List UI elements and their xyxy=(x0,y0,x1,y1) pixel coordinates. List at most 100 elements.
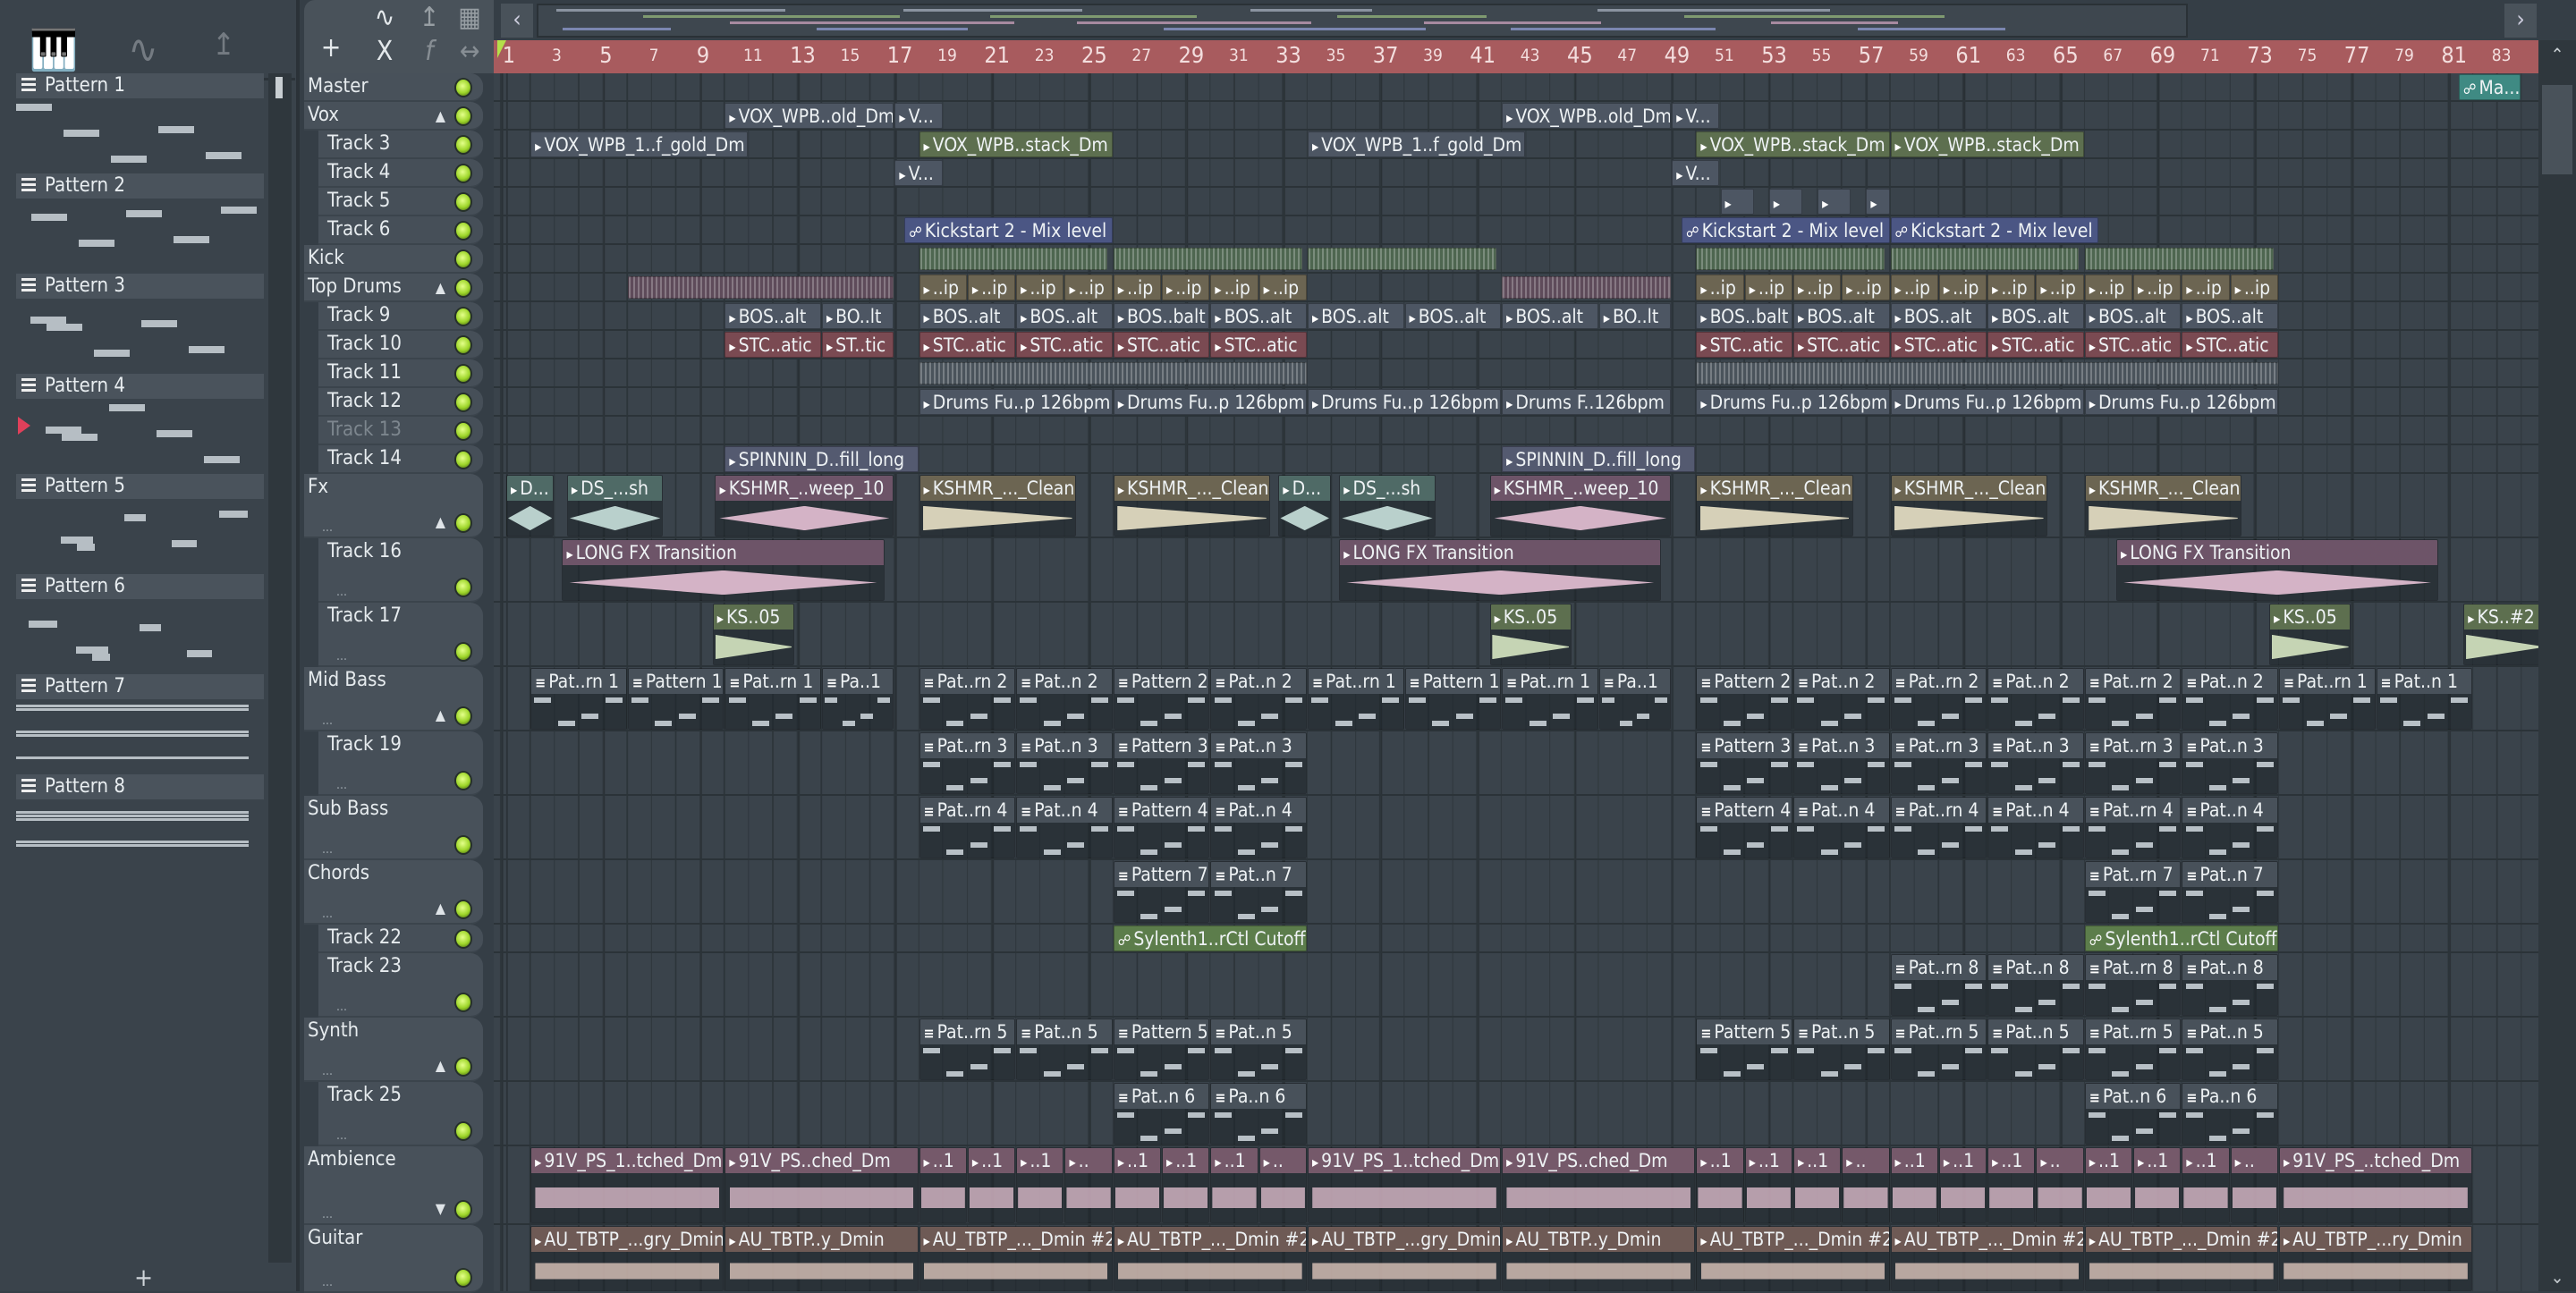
track-options-icon[interactable]: ... xyxy=(336,1128,347,1143)
playlist-clip[interactable]: AU_TBTP_...gry_Dmin xyxy=(1307,1226,1502,1291)
playlist-clip[interactable]: Pat..n 4 xyxy=(2182,797,2278,858)
track-options-icon[interactable]: ... xyxy=(336,778,347,792)
track-lane[interactable] xyxy=(494,159,2538,188)
clip-label[interactable]: BOS..alt xyxy=(919,304,1015,328)
clip-label[interactable]: Drums F..126bpm xyxy=(1503,390,1671,414)
playlist-clip[interactable]: Pattern 3 xyxy=(1696,732,1792,794)
clip-label[interactable]: Pat..rn 8 xyxy=(1891,955,1987,980)
automation-icon[interactable]: ↥ xyxy=(197,27,250,63)
collapse-arrow-icon[interactable]: ▲ xyxy=(436,513,445,530)
playlist-clip[interactable]: ..ip xyxy=(1842,275,1890,300)
track-name[interactable]: Track 19 xyxy=(327,733,402,756)
clip-label[interactable]: ..ip xyxy=(1697,275,1743,300)
pattern-item[interactable]: Pattern 4 xyxy=(16,374,264,472)
clip-label[interactable]: Drums Fu..p 126bpm xyxy=(1308,390,1501,414)
clip-label[interactable]: ..1 xyxy=(1988,1148,2035,1173)
clip-label[interactable]: Pat..n 4 xyxy=(2182,798,2277,823)
playlist-clip[interactable]: BOS..balt xyxy=(1113,303,1210,329)
track-options-icon[interactable]: ... xyxy=(322,1275,333,1289)
track-name[interactable]: Chords xyxy=(308,862,369,884)
clip-label[interactable]: AU_TBTP..y_Dmin xyxy=(725,1227,918,1252)
clip-label[interactable]: ..ip xyxy=(1939,275,1987,300)
pattern-header[interactable]: Pattern 7 xyxy=(16,674,264,699)
clip-label[interactable]: BOS..balt xyxy=(1114,304,1209,328)
track-header[interactable]: Synth ▲... xyxy=(304,1018,483,1082)
clip-label[interactable]: Pat..n 7 xyxy=(1211,862,1306,887)
playlist-clip[interactable]: AU_TBTP_...ry_Dmin xyxy=(2278,1226,2473,1291)
track-name[interactable]: Kick xyxy=(308,247,344,269)
playlist-clip[interactable]: ..ip xyxy=(2036,275,2084,300)
playlist-clip[interactable]: ..ip xyxy=(1890,275,1938,300)
playlist-clip[interactable]: VOX_WPB..old_Dm xyxy=(1502,103,1672,129)
clip-label[interactable]: Kickstart 2 - Mix level xyxy=(1682,218,1889,242)
track-mute-led[interactable] xyxy=(454,578,472,597)
playlist-clip[interactable]: BOS..alt xyxy=(1890,303,1987,329)
clip-label[interactable]: ..ip xyxy=(1017,275,1063,300)
clip-label[interactable]: Pat..n 1 xyxy=(2377,669,2472,694)
playlist-clip[interactable]: Pat..rn 2 xyxy=(2084,668,2182,730)
clip-label[interactable]: 91V_PS..ched_Dm xyxy=(725,1148,918,1173)
playlist-clip[interactable]: Pat..n 5 xyxy=(1210,1018,1307,1080)
clip-label[interactable]: Pattern 5 xyxy=(1114,1019,1209,1044)
playlist-clip[interactable]: DS_...sh xyxy=(1339,475,1436,537)
playlist-clip[interactable]: Pattern 1 xyxy=(1404,668,1502,730)
clip-label[interactable]: Pattern 2 xyxy=(1697,669,1792,694)
playlist-clip[interactable]: .. xyxy=(2230,1147,2278,1223)
playlist-clip[interactable]: ..ip xyxy=(2182,275,2230,300)
track-header[interactable]: Master xyxy=(304,73,483,102)
pattern-header[interactable]: Pattern 3 xyxy=(16,274,264,299)
playlist-clip[interactable]: Pattern 5 xyxy=(1696,1018,1792,1080)
clip-label[interactable]: BOS..alt xyxy=(2182,304,2277,328)
clip-label[interactable]: Pat..n 7 xyxy=(2182,862,2277,887)
clip-label[interactable]: STC..atic xyxy=(1793,333,1889,357)
pattern-item[interactable]: Pattern 1 xyxy=(16,73,264,172)
clip-label[interactable]: 91V_PS..ched_Dm xyxy=(1503,1148,1695,1173)
track-name[interactable]: Ambience xyxy=(308,1148,396,1170)
playlist-clip[interactable]: ..ip xyxy=(1113,275,1162,300)
playlist-clip[interactable]: AU_TBTP_..._Dmin #2 xyxy=(1113,1226,1307,1291)
clip-label[interactable]: ..ip xyxy=(2085,275,2132,300)
track-mute-led[interactable] xyxy=(454,513,472,533)
playlist-clip[interactable]: STC..atic xyxy=(1113,332,1210,358)
pattern-clip-icon[interactable]: ▦ xyxy=(452,2,487,33)
track-options-icon[interactable]: ... xyxy=(322,1064,333,1078)
track-name[interactable]: Mid Bass xyxy=(308,669,386,691)
clip-label[interactable]: KS..05 xyxy=(2270,604,2351,630)
playlist-clip[interactable]: SPINNIN_D..fill_long xyxy=(1502,446,1696,472)
playlist-clip[interactable]: Pattern 2 xyxy=(1113,668,1210,730)
clip-label[interactable]: ..ip xyxy=(1163,275,1209,300)
clip-label[interactable]: VOX_WPB_1..f_gold_Dm xyxy=(531,132,748,156)
playlist-clip[interactable]: AU_TBTP..y_Dmin xyxy=(724,1226,919,1291)
playlist-clip[interactable]: 91V_PS_1..tched_Dm xyxy=(1307,1147,1502,1223)
playlist-clip[interactable]: Pat..n 5 xyxy=(1792,1018,1890,1080)
track-mute-led[interactable] xyxy=(454,993,472,1012)
clip-label[interactable]: ..1 xyxy=(1017,1148,1063,1173)
clip-label[interactable]: Pat..n 4 xyxy=(1793,798,1889,823)
clip-label[interactable]: AU_TBTP_..._Dmin #2 xyxy=(1114,1227,1306,1252)
track-header[interactable]: Guitar... xyxy=(304,1225,483,1293)
track-mute-led[interactable] xyxy=(454,421,472,441)
track-mute-led[interactable] xyxy=(454,335,472,355)
track-header[interactable]: Track 17... xyxy=(318,603,483,667)
clip-label[interactable]: ..1 xyxy=(1793,1148,1841,1173)
track-mute-led[interactable] xyxy=(454,221,472,241)
clip-label[interactable]: Pattern 7 xyxy=(1114,862,1209,887)
clip-label[interactable]: VOX_WPB..old_Dm xyxy=(725,104,894,128)
playlist-clip[interactable]: Pat..n 4 xyxy=(1210,797,1307,858)
playlist-clip[interactable]: Pattern 3 xyxy=(1113,732,1210,794)
clip-label[interactable]: ..1 xyxy=(1697,1148,1743,1173)
playlist-clip[interactable]: Pat..rn 8 xyxy=(1890,954,1987,1016)
playlist-clip[interactable]: VOX_WPB..stack_Dm xyxy=(919,131,1113,157)
clip-label[interactable] xyxy=(1721,190,1753,214)
clip-label[interactable]: Pattern 3 xyxy=(1114,733,1209,758)
playlist-clip[interactable]: .. xyxy=(1258,1147,1307,1223)
playlist-clip[interactable]: BOS..alt xyxy=(1404,303,1502,329)
clip-label[interactable]: V... xyxy=(895,161,942,185)
clip-label[interactable]: Pat..n 5 xyxy=(1017,1019,1112,1044)
track-options-icon[interactable]: ... xyxy=(322,1207,333,1221)
track-mute-led[interactable] xyxy=(454,771,472,790)
playlist-clip[interactable]: KS..05 xyxy=(712,604,795,665)
playlist-clip[interactable] xyxy=(1502,276,1672,299)
clip-label[interactable]: ..1 xyxy=(1114,1148,1161,1173)
clip-label[interactable]: Pattern 1 xyxy=(628,669,724,694)
